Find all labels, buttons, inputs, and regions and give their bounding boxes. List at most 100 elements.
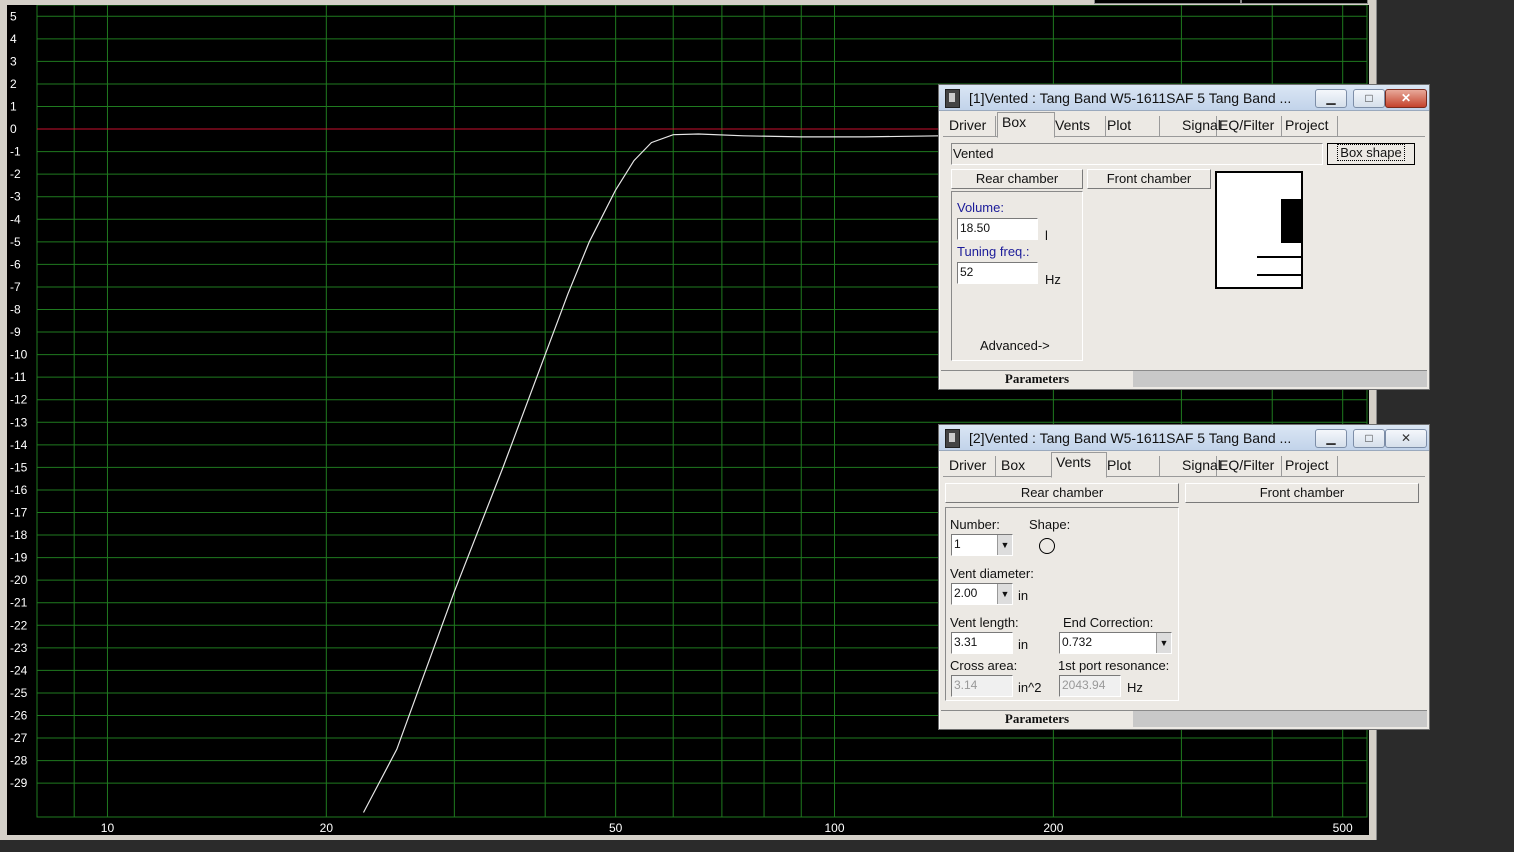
x-tick-label: 100	[824, 821, 844, 835]
rear-chamber-panel: Volume: 18.50 l Tuning freq.: 52 Hz Adva…	[951, 191, 1083, 361]
y-tick-label: -27	[10, 731, 28, 745]
x-tick-label: 50	[609, 821, 623, 835]
x-tick-label: 200	[1043, 821, 1063, 835]
y-tick-label: -9	[10, 325, 21, 339]
y-tick-label: 2	[10, 77, 17, 91]
vent-diameter-dropdown[interactable]: 2.00 ▼	[951, 583, 1013, 605]
round-shape-icon[interactable]	[1039, 538, 1055, 554]
tab-vents[interactable]: Vents	[1051, 116, 1106, 136]
tab-box[interactable]: Box	[997, 456, 1054, 476]
number-dropdown[interactable]: 1 ▼	[951, 534, 1013, 556]
minimize-icon[interactable]: ▁	[1315, 429, 1347, 448]
rear-chamber-button[interactable]: Rear chamber	[945, 483, 1179, 503]
x-tick-label: 10	[101, 821, 115, 835]
y-tick-label: 0	[10, 122, 17, 136]
cross-area-unit: in^2	[1018, 680, 1042, 695]
y-tick-label: -15	[10, 460, 28, 474]
box-window-1: [1]Vented : Tang Band W5-1611SAF 5 Tang …	[938, 84, 1430, 390]
y-tick-label: -26	[10, 709, 28, 723]
chevron-down-icon[interactable]: ▼	[997, 535, 1012, 555]
chevron-down-icon[interactable]: ▼	[1156, 633, 1171, 653]
top-toolbar-box-left[interactable]	[1094, 0, 1241, 4]
tab-plot[interactable]: Plot	[1103, 116, 1160, 136]
tab-project[interactable]: Project	[1281, 456, 1338, 476]
close-icon[interactable]: ✕	[1385, 89, 1427, 108]
front-chamber-button[interactable]: Front chamber	[1185, 483, 1419, 503]
tuning-freq-input[interactable]: 52	[957, 262, 1038, 284]
vent-length-unit: in	[1018, 637, 1029, 652]
end-correction-dropdown[interactable]: 0.732 ▼	[1059, 632, 1172, 654]
x-tick-label: 500	[1333, 821, 1353, 835]
window-titlebar[interactable]: [2]Vented : Tang Band W5-1611SAF 5 Tang …	[939, 425, 1429, 451]
tab-bar: Driver Box Vents Plot Signal EQ/Filter P…	[943, 452, 1425, 478]
tab-bar: Driver Box Vents Plot Signal EQ/Filter P…	[943, 112, 1425, 138]
chevron-down-icon[interactable]: ▼	[997, 584, 1012, 604]
tab-plot[interactable]: Plot	[1103, 456, 1160, 476]
tab-project[interactable]: Project	[1281, 116, 1338, 136]
y-tick-label: -12	[10, 393, 28, 407]
y-tick-label: -5	[10, 235, 21, 249]
y-tick-label: -24	[10, 663, 28, 677]
volume-unit: l	[1045, 228, 1048, 243]
tuning-freq-label: Tuning freq.:	[957, 244, 1030, 259]
tab-signal[interactable]: Signal	[1178, 456, 1221, 476]
tab-box[interactable]: Box	[997, 112, 1055, 138]
volume-input[interactable]: 18.50	[957, 218, 1038, 240]
vent-settings-panel: Number: Shape: 1 ▼ Vent diameter: 2.00 ▼…	[945, 507, 1179, 701]
vent-length-input[interactable]: 3.31	[951, 632, 1013, 654]
parameters-label[interactable]: Parameters	[941, 371, 1133, 387]
minimize-icon[interactable]: ▁	[1315, 89, 1347, 108]
y-tick-label: -19	[10, 551, 28, 565]
y-tick-label: -6	[10, 257, 21, 271]
shape-label: Shape:	[1029, 517, 1071, 532]
y-tick-label: -20	[10, 573, 28, 587]
tab-vents[interactable]: Vents	[1051, 452, 1107, 478]
volume-label: Volume:	[957, 200, 1004, 215]
y-tick-label: 4	[10, 32, 17, 46]
top-toolbar-box-right[interactable]	[1241, 0, 1368, 4]
tab-eq-filter[interactable]: EQ/Filter	[1215, 456, 1282, 476]
y-tick-label: -7	[10, 280, 21, 294]
y-tick-label: 5	[10, 9, 17, 23]
y-tick-label: -14	[10, 438, 28, 452]
y-tick-label: -8	[10, 303, 21, 317]
advanced-button[interactable]: Advanced->	[980, 338, 1050, 353]
vent-length-label: Vent length:	[950, 615, 1019, 630]
end-correction-value: 0.732	[1062, 635, 1093, 649]
maximize-icon[interactable]: □	[1353, 429, 1385, 448]
port-resonance-field: 2043.94	[1059, 675, 1121, 697]
status-bar: Parameters	[941, 710, 1427, 727]
vents-window-2: [2]Vented : Tang Band W5-1611SAF 5 Tang …	[938, 424, 1430, 730]
tab-driver[interactable]: Driver	[945, 116, 996, 136]
x-tick-label: 20	[320, 821, 334, 835]
rear-chamber-button[interactable]: Rear chamber	[951, 169, 1083, 189]
box-shape-button[interactable]: Box shape	[1327, 143, 1415, 165]
y-tick-label: -21	[10, 596, 28, 610]
y-tick-label: -23	[10, 641, 28, 655]
box-type-field[interactable]: Vented	[951, 143, 1323, 165]
parameters-label[interactable]: Parameters	[941, 711, 1133, 727]
close-icon[interactable]: ✕	[1385, 429, 1427, 448]
port-resonance-unit: Hz	[1127, 680, 1143, 695]
y-tick-label: -16	[10, 483, 28, 497]
vent-diameter-value: 2.00	[954, 586, 978, 600]
tab-driver[interactable]: Driver	[945, 456, 996, 476]
y-tick-label: -3	[10, 190, 21, 204]
window-title: [1]Vented : Tang Band W5-1611SAF 5 Tang …	[969, 90, 1292, 106]
y-tick-label: 3	[10, 54, 17, 68]
window-titlebar[interactable]: [1]Vented : Tang Band W5-1611SAF 5 Tang …	[939, 85, 1429, 111]
tab-eq-filter[interactable]: EQ/Filter	[1215, 116, 1282, 136]
y-tick-label: -11	[10, 370, 27, 384]
y-tick-label: -10	[10, 348, 28, 362]
number-value: 1	[954, 537, 961, 551]
y-tick-label: -17	[10, 506, 28, 520]
y-tick-label: -13	[10, 415, 28, 429]
maximize-icon[interactable]: □	[1353, 89, 1385, 108]
vent-diameter-unit: in	[1018, 588, 1029, 603]
number-label: Number:	[950, 517, 1000, 532]
front-chamber-button[interactable]: Front chamber	[1087, 169, 1211, 189]
driver-cutaway-icon	[1257, 199, 1301, 276]
y-tick-label: -22	[10, 618, 28, 632]
y-tick-label: -1	[10, 145, 21, 159]
tab-signal[interactable]: Signal	[1178, 116, 1221, 136]
